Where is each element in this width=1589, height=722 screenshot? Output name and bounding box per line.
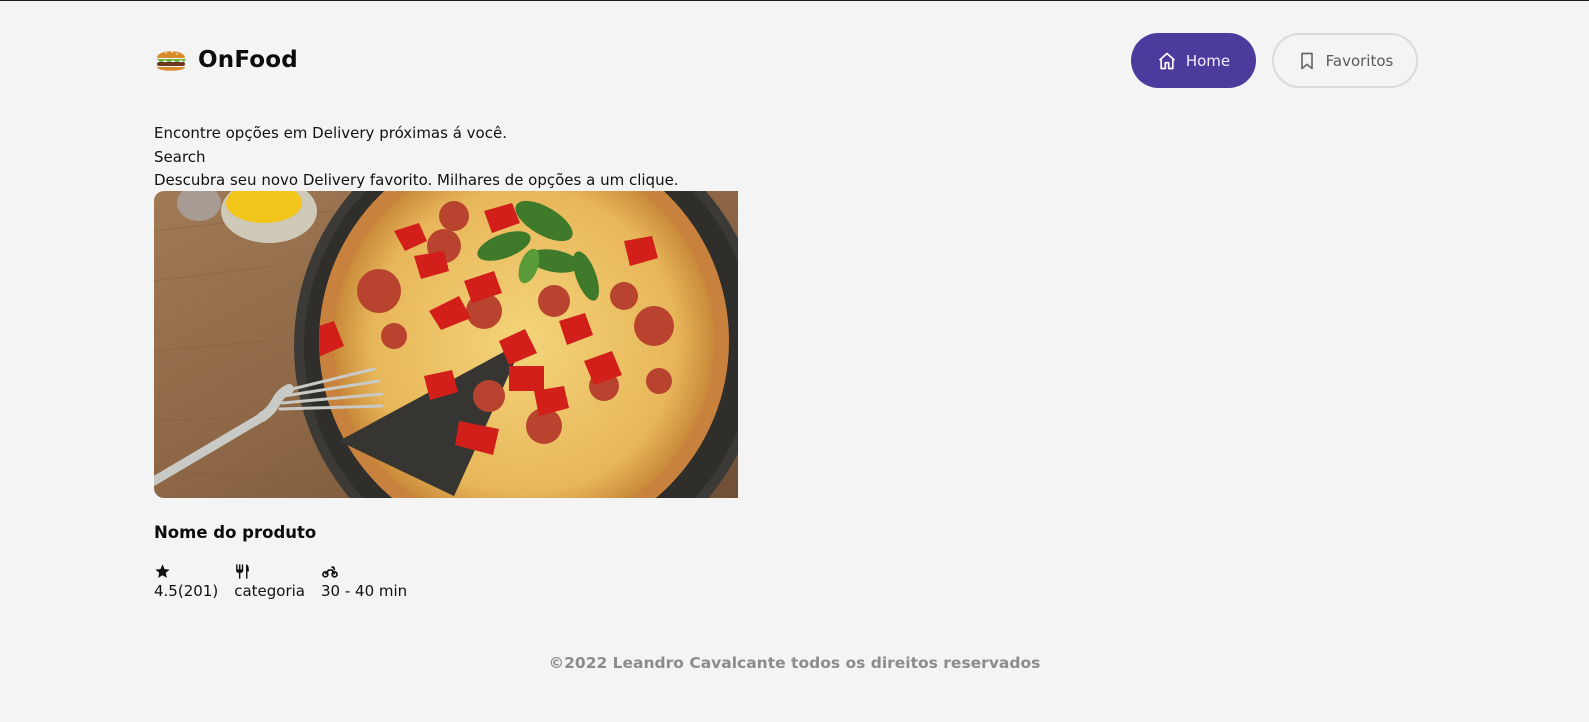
footer-copyright: ©2022 Leandro Cavalcante todos os direit…: [548, 654, 1041, 672]
home-button[interactable]: Home: [1131, 33, 1256, 88]
utensils-icon: [234, 563, 252, 581]
rating-value: 4.5(201): [154, 582, 219, 600]
bookmark-icon: [1297, 51, 1317, 71]
star-icon: [154, 563, 172, 581]
delivery-time-value: 30 - 40 min: [320, 582, 408, 600]
pizza-photo: [154, 191, 738, 498]
search-label[interactable]: Search: [154, 146, 679, 170]
product-image[interactable]: [154, 191, 738, 498]
category: categoria: [234, 563, 305, 600]
category-value: categoria: [234, 582, 305, 600]
burger-icon: [154, 45, 188, 75]
home-icon: [1157, 51, 1177, 71]
intro-headline: Encontre opções em Delivery próximas á v…: [154, 124, 507, 142]
intro-section: Encontre opções em Delivery próximas á v…: [154, 122, 679, 193]
product-meta: 4.5(201) categoria 30 - 40 min: [154, 563, 407, 600]
product-name[interactable]: Nome do produto: [154, 523, 316, 542]
site-header: OnFood Home Favoritos: [0, 1, 1589, 121]
home-label: Home: [1185, 51, 1231, 70]
intro-tagline: Descubra seu novo Delivery favorito. Mil…: [154, 171, 679, 189]
motorcycle-icon: [321, 563, 339, 581]
favorites-button[interactable]: Favoritos: [1272, 33, 1418, 88]
favorites-label: Favoritos: [1325, 51, 1394, 70]
brand[interactable]: OnFood: [154, 45, 298, 75]
delivery-time: 30 - 40 min: [321, 563, 407, 600]
main-nav: Home Favoritos: [1131, 33, 1418, 88]
rating: 4.5(201): [154, 563, 218, 600]
brand-name: OnFood: [198, 47, 298, 73]
